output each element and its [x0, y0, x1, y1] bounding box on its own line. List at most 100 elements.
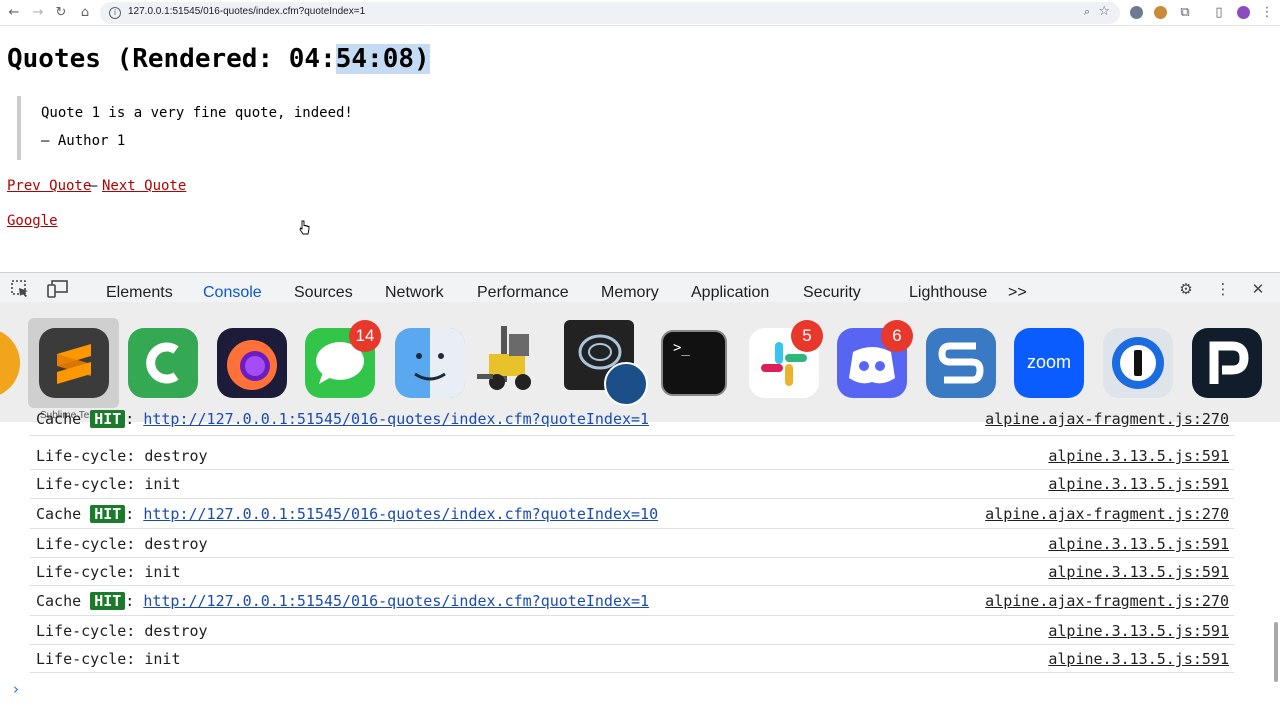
console-source-link[interactable]: alpine.3.13.5.js:591: [1048, 535, 1229, 553]
console-row: Cache HIT: http://127.0.0.1:51545/016-qu…: [30, 410, 1234, 436]
console-source-link[interactable]: alpine.3.13.5.js:591: [1048, 563, 1229, 581]
console-message: Life-cycle: init: [36, 563, 181, 581]
extension-icon[interactable]: [1130, 6, 1143, 19]
tab-network[interactable]: Network: [385, 273, 444, 303]
console-message: Life-cycle: destroy: [36, 535, 208, 553]
console-row: Life-cycle: destroy alpine.3.13.5.js:591: [30, 529, 1234, 558]
console-colon: :: [125, 592, 135, 610]
terminal-app-icon[interactable]: >_: [661, 330, 727, 396]
back-icon[interactable]: ←: [6, 5, 22, 21]
tab-application[interactable]: Application: [691, 273, 769, 303]
bookmark-star-icon[interactable]: ☆: [1098, 4, 1110, 19]
inspect-element-icon[interactable]: [10, 279, 30, 299]
finder-app-icon[interactable]: [395, 328, 465, 398]
macos-dock: 14 >_ 5 6 zoom Sublime Text: [0, 302, 1280, 422]
console-source-link[interactable]: alpine.3.13.5.js:591: [1048, 650, 1229, 668]
console-url-link[interactable]: http://127.0.0.1:51545/016-quotes/index.…: [143, 410, 649, 428]
home-icon[interactable]: ⌂: [77, 5, 93, 21]
console-message: Cache: [36, 410, 91, 428]
google-link[interactable]: Google: [7, 213, 58, 229]
console-message: Life-cycle: init: [36, 475, 181, 493]
page-title: Quotes (Rendered: 04:54:08): [7, 44, 430, 74]
site-info-icon[interactable]: i: [109, 7, 121, 19]
console-source-link[interactable]: alpine.ajax-fragment.js:270: [985, 505, 1229, 523]
cache-hit-badge: HIT: [90, 410, 126, 428]
console-row: Life-cycle: init alpine.3.13.5.js:591: [30, 645, 1234, 673]
console-row: Life-cycle: init alpine.3.13.5.js:591: [30, 558, 1234, 586]
console-row: Life-cycle: destroy alpine.3.13.5.js:591: [30, 442, 1234, 470]
zoom-wordmark: zoom: [1026, 352, 1071, 372]
tab-performance[interactable]: Performance: [477, 273, 569, 303]
console-url-link[interactable]: http://127.0.0.1:51545/016-quotes/index.…: [143, 505, 658, 523]
console-row: Life-cycle: init alpine.3.13.5.js:591: [30, 470, 1234, 499]
chrome-app-icon[interactable]: [0, 328, 20, 398]
console-message: Cache: [36, 505, 91, 523]
device-toolbar-icon[interactable]: [47, 279, 68, 299]
devtools-settings-gear-icon[interactable]: ⚙: [1176, 279, 1196, 299]
terminal-prompt-glyph: >_: [673, 340, 690, 356]
console-message: Life-cycle: destroy: [36, 622, 208, 640]
zoom-icon[interactable]: ⌕: [1084, 5, 1090, 19]
tab-lighthouse[interactable]: Lighthouse: [909, 273, 987, 303]
tab-security[interactable]: Security: [803, 273, 861, 303]
extensions-puzzle-icon[interactable]: ⧉: [1177, 5, 1193, 21]
quote-author: — Author 1: [41, 133, 126, 149]
close-devtools-icon[interactable]: ✕: [1248, 279, 1268, 299]
devtools-menu-icon[interactable]: ⋮: [1213, 279, 1233, 299]
console-colon: :: [125, 505, 135, 523]
menu-kebab-icon[interactable]: ⋮: [1259, 5, 1275, 21]
tab-elements[interactable]: Elements: [106, 273, 173, 303]
cache-hit-badge: HIT: [90, 592, 126, 610]
more-tabs-icon[interactable]: >>: [1008, 273, 1027, 303]
console-source-link[interactable]: alpine.ajax-fragment.js:270: [985, 410, 1229, 428]
nav-separator: –: [89, 178, 98, 194]
console-row: Life-cycle: destroy alpine.3.13.5.js:591: [30, 616, 1234, 645]
prev-quote-link[interactable]: Prev Quote: [7, 178, 91, 194]
console-row: Cache HIT: http://127.0.0.1:51545/016-qu…: [30, 499, 1234, 529]
tab-console[interactable]: Console: [203, 273, 262, 303]
forklift-app-icon[interactable]: [475, 316, 559, 400]
console-colon: :: [125, 410, 135, 428]
cookie-extension-icon[interactable]: [1154, 6, 1167, 19]
console-source-link[interactable]: alpine.3.13.5.js:591: [1048, 622, 1229, 640]
next-quote-link[interactable]: Next Quote: [102, 178, 186, 194]
profile-avatar[interactable]: [1237, 6, 1250, 19]
console-message: Cache: [36, 592, 91, 610]
1password-app-icon[interactable]: [1103, 328, 1173, 398]
address-bar[interactable]: i 127.0.0.1:51545/016-quotes/index.cfm?q…: [100, 2, 1120, 24]
console-source-link[interactable]: alpine.3.13.5.js:591: [1048, 447, 1229, 465]
slack-badge: 5: [791, 320, 823, 352]
zoom-app-icon[interactable]: zoom: [1014, 328, 1084, 398]
console-panel: Cache HIT: http://127.0.0.1:51545/016-qu…: [0, 410, 1280, 720]
console-prompt-icon[interactable]: ›: [13, 680, 19, 698]
console-scrollbar[interactable]: [1274, 622, 1278, 682]
tab-sources[interactable]: Sources: [294, 273, 353, 303]
hand-cursor-icon: [299, 220, 310, 235]
discord-badge: 6: [881, 320, 913, 352]
address-url[interactable]: 127.0.0.1:51545/016-quotes/index.cfm?quo…: [128, 6, 365, 17]
sequel-app-icon[interactable]: [926, 328, 996, 398]
side-panel-icon[interactable]: ▯: [1211, 5, 1227, 21]
console-source-link[interactable]: alpine.ajax-fragment.js:270: [985, 592, 1229, 610]
console-source-link[interactable]: alpine.3.13.5.js:591: [1048, 475, 1229, 493]
messages-badge: 14: [349, 320, 381, 352]
cache-hit-badge: HIT: [90, 505, 126, 523]
quote-blockquote: Quote 1 is a very fine quote, indeed! — …: [17, 96, 417, 160]
console-url-link[interactable]: http://127.0.0.1:51545/016-quotes/index.…: [143, 592, 649, 610]
forward-icon[interactable]: →: [30, 5, 46, 21]
acrobat-reader-badge-icon: [604, 362, 648, 406]
browser-toolbar: ← → ↻ ⌂ i 127.0.0.1:51545/016-quotes/ind…: [0, 0, 1280, 26]
page-title-text: Quotes (Rendered: 04:: [7, 44, 336, 74]
console-message: Life-cycle: destroy: [36, 447, 208, 465]
console-row: Cache HIT: http://127.0.0.1:51545/016-qu…: [30, 586, 1234, 616]
firefox-app-icon[interactable]: [217, 328, 287, 398]
tab-memory[interactable]: Memory: [601, 273, 659, 303]
sublime-text-app-icon[interactable]: [39, 328, 109, 398]
pastebot-app-icon[interactable]: [1192, 328, 1262, 398]
quote-text: Quote 1 is a very fine quote, indeed!: [41, 105, 353, 121]
clover-app-icon[interactable]: [128, 328, 198, 398]
page-title-selection: 54:08): [335, 44, 430, 74]
reload-icon[interactable]: ↻: [53, 5, 69, 21]
console-message: Life-cycle: init: [36, 650, 181, 668]
devtools-tabbar: Elements Console Sources Network Perform…: [0, 272, 1280, 302]
